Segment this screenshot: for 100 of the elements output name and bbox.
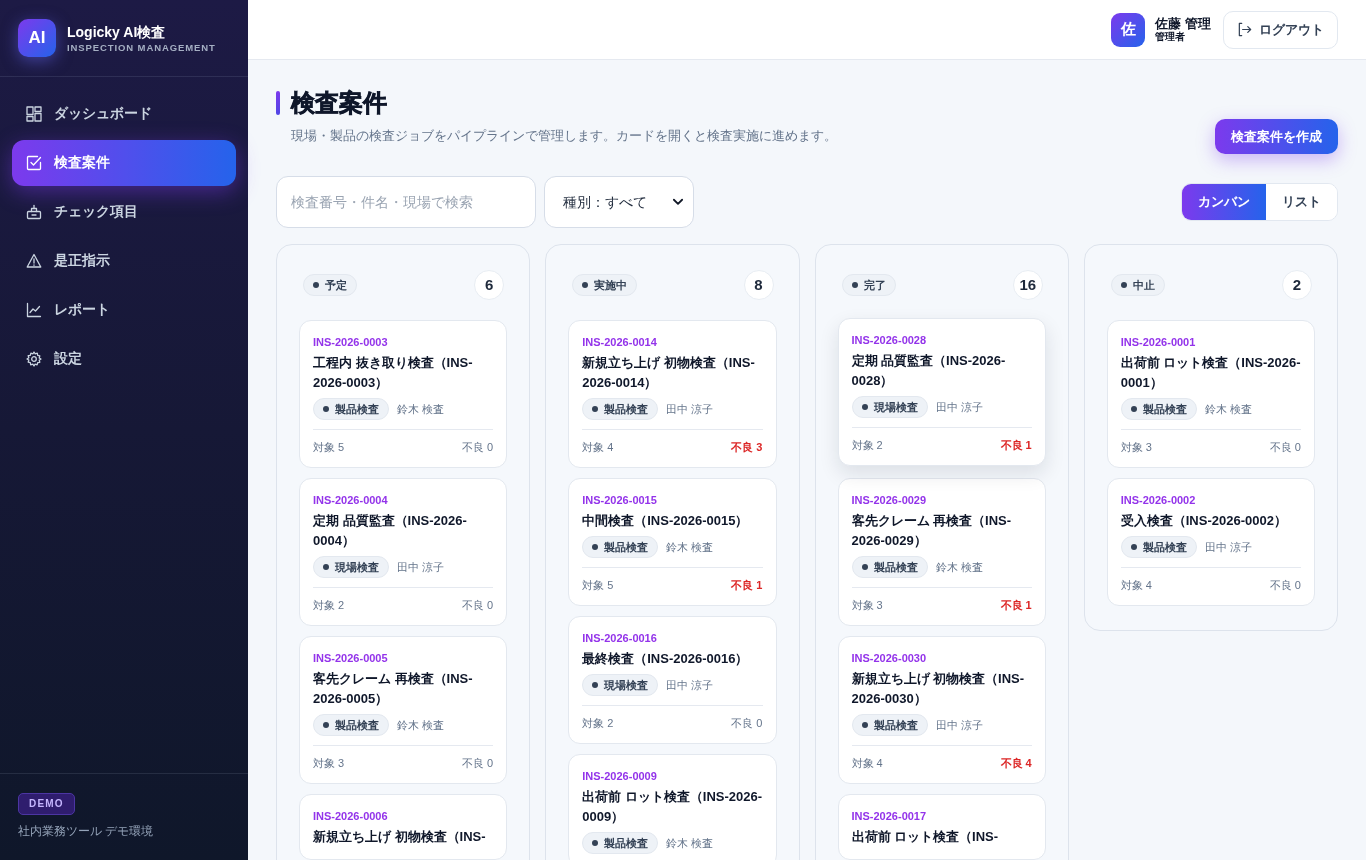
tag-dot-icon — [592, 840, 599, 846]
tag-dot-icon — [592, 682, 599, 688]
target-count: 対象 2 — [851, 438, 883, 453]
case-title: 新規立ち上げ 初物検査（INS-2026-0030） — [851, 670, 1026, 708]
tag-dot-icon — [323, 564, 329, 570]
inspection-card[interactable]: INS-2026-0028 定期 品質監査（INS-2026-0028） 現場検査 田中 涼子 対象 2 不良 1 — [837, 318, 1046, 466]
case-title: 定期 品質監査（INS-2026-0028） — [851, 352, 1007, 390]
tag-dot-icon — [592, 544, 599, 550]
assignee-name: 鈴木 検査 — [397, 717, 445, 733]
box-icon — [26, 204, 42, 220]
tag-label: 現場検査 — [335, 559, 379, 575]
user-avatar: 佐 — [1111, 12, 1146, 47]
case-title: 新規立ち上げ 初物検査（INS- — [313, 828, 487, 846]
card-count: 16 — [1012, 270, 1043, 300]
demo-tag: DEMO — [18, 793, 75, 815]
defect-count: 不良 1 — [1000, 438, 1032, 453]
tag-dot-icon — [861, 564, 868, 570]
inspection-card[interactable]: INS-2026-0016 最終検査（INS-2026-0016） 現場検査 田中 涼子 対象 2 不良 0 — [568, 616, 777, 744]
inspection-card[interactable]: INS-2026-0030 新規立ち上げ 初物検査（INS-2026-0030） 製品検査 田中 涼子 対象 4 不良 4 — [837, 636, 1046, 784]
case-title: 出荷前 ロット検査（INS- — [851, 828, 1000, 846]
tag-label: 現場検査 — [873, 399, 918, 415]
target-count: 対象 3 — [1120, 440, 1152, 455]
app-title: Logicky AI検査 — [67, 22, 167, 41]
inspection-card[interactable]: INS-2026-0014 新規立ち上げ 初物検査（INS-2026-0014） 製品検査 田中 涼子 対象 4 不良 3 — [568, 320, 777, 468]
line-chart-icon — [26, 302, 42, 318]
card-count: 8 — [743, 270, 774, 300]
case-number: INS-2026-0017 — [851, 809, 928, 824]
inspection-card[interactable]: INS-2026-0005 客先クレーム 再検査（INS-2026-0005） 製品検査 鈴木 検査 対象 3 不良 0 — [299, 636, 508, 784]
defect-count: 不良 0 — [1269, 578, 1301, 593]
inspection-card[interactable]: INS-2026-0004 定期 品質監査（INS-2026-0004） 現場検査 田中 涼子 対象 2 不良 0 — [299, 478, 508, 626]
inspection-card[interactable]: INS-2026-0002 受入検査（INS-2026-0002） 製品検査 田中 涼子 対象 4 不良 0 — [1106, 478, 1315, 606]
tag-label: 製品検査 — [873, 717, 918, 733]
user-role: 管理者 — [1155, 31, 1187, 43]
tag-dot-icon — [323, 722, 329, 728]
assignee-name: 田中 涼子 — [666, 401, 714, 417]
nav-item[interactable]: 是正指示 — [12, 238, 236, 284]
case-number: INS-2026-0030 — [851, 651, 928, 666]
inspection-card[interactable]: INS-2026-0001 出荷前 ロット検査（INS-2026-0001） 製品検査 鈴木 検査 対象 3 不良 0 — [1106, 320, 1315, 468]
warning-icon — [26, 253, 42, 269]
target-count: 対象 2 — [582, 716, 614, 731]
case-number: INS-2026-0029 — [851, 493, 928, 508]
settings-icon — [26, 351, 42, 367]
inspection-card[interactable]: INS-2026-0029 客先クレーム 再検査（INS-2026-0029） 製品検査 鈴木 検査 対象 3 不良 1 — [837, 478, 1046, 626]
inspection-card[interactable]: INS-2026-0009 出荷前 ロット検査（INS-2026-0009） 製品検査 鈴木 検査 — [568, 754, 777, 860]
inspection-card[interactable]: INS-2026-0006 新規立ち上げ 初物検査（INS- — [299, 794, 508, 860]
app-subtitle: INSPECTION MANAGEMENT — [67, 40, 216, 54]
defect-count: 不良 1 — [1000, 598, 1032, 613]
assignee-name: 鈴木 検査 — [1204, 401, 1252, 417]
assignee-name: 田中 涼子 — [666, 677, 714, 693]
tag-label: 現場検査 — [604, 677, 649, 693]
target-count: 対象 3 — [851, 598, 883, 613]
user-name: 佐藤 管理 — [1155, 16, 1211, 31]
tag-label: 製品検査 — [335, 717, 379, 733]
case-title: 出荷前 ロット検査（INS-2026-0001） — [1120, 354, 1301, 392]
case-title: 客先クレーム 再検査（INS-2026-0029） — [851, 512, 1013, 550]
grid-icon — [26, 106, 42, 122]
page-title: 検査案件 — [291, 88, 387, 118]
assignee-name: 田中 涼子 — [935, 717, 983, 733]
inspection-card[interactable]: INS-2026-0015 中間検査（INS-2026-0015） 製品検査 鈴木 検査 対象 5 不良 1 — [568, 478, 777, 606]
case-title: 新規立ち上げ 初物検査（INS-2026-0014） — [582, 354, 756, 392]
tag-dot-icon — [1130, 406, 1137, 412]
nav-item[interactable]: 設定 — [12, 336, 236, 382]
logout-button[interactable]: ログアウト — [1223, 10, 1338, 49]
nav-item[interactable]: レポート — [12, 287, 236, 333]
logout-icon — [1237, 22, 1252, 37]
defect-count: 不良 0 — [462, 756, 494, 771]
card-count: 6 — [474, 270, 505, 300]
type-select[interactable]: 種別：すべて — [544, 176, 694, 228]
case-title: 中間検査（INS-2026-0015） — [582, 512, 750, 530]
search-field[interactable]: 検査番号・件名・現場で検索 — [276, 176, 536, 228]
tag-dot-icon — [1130, 544, 1137, 550]
nav-item[interactable]: ダッシュボード — [12, 91, 236, 137]
inspection-card[interactable]: INS-2026-0003 工程内 抜き取り検査（INS-2026-0003） 製品検査 鈴木 検査 対象 5 不良 0 — [299, 320, 508, 468]
target-count: 対象 2 — [313, 598, 345, 613]
target-count: 対象 4 — [1120, 578, 1152, 593]
case-title: 出荷前 ロット検査（INS-2026-0009） — [582, 788, 763, 826]
view-tab[interactable]: カンバン — [1182, 184, 1266, 220]
defect-count: 不良 1 — [731, 578, 763, 593]
defect-count: 不良 0 — [731, 716, 763, 731]
case-title: 工程内 抜き取り検査（INS-2026-0003） — [313, 354, 474, 392]
case-number: INS-2026-0004 — [313, 493, 389, 508]
tag-label: 製品検査 — [1142, 401, 1187, 417]
status-dot-icon — [851, 282, 858, 288]
card-count: 2 — [1282, 270, 1312, 300]
tag-dot-icon — [861, 722, 868, 728]
inspection-card[interactable]: INS-2026-0017 出荷前 ロット検査（INS- — [837, 794, 1046, 860]
assignee-name: 鈴木 検査 — [935, 559, 983, 575]
assignee-name: 鈴木 検査 — [397, 401, 445, 417]
case-title: 定期 品質監査（INS-2026-0004） — [313, 512, 468, 550]
page-description: 現場・製品の検査ジョブをパイプラインで管理します。カードを開くと検査実施に進めます。 — [291, 127, 837, 145]
case-number: INS-2026-0005 — [313, 651, 389, 666]
nav-item[interactable]: 検査案件 — [12, 140, 236, 186]
assignee-name: 田中 涼子 — [397, 559, 445, 575]
create-case-button[interactable]: 検査案件を作成 — [1215, 119, 1338, 154]
tag-dot-icon — [861, 404, 868, 410]
case-number: INS-2026-0016 — [582, 631, 658, 646]
status-dot-icon — [313, 282, 319, 288]
nav-item[interactable]: チェック項目 — [12, 189, 236, 235]
tag-label: 製品検査 — [873, 559, 918, 575]
tag-dot-icon — [323, 406, 329, 412]
